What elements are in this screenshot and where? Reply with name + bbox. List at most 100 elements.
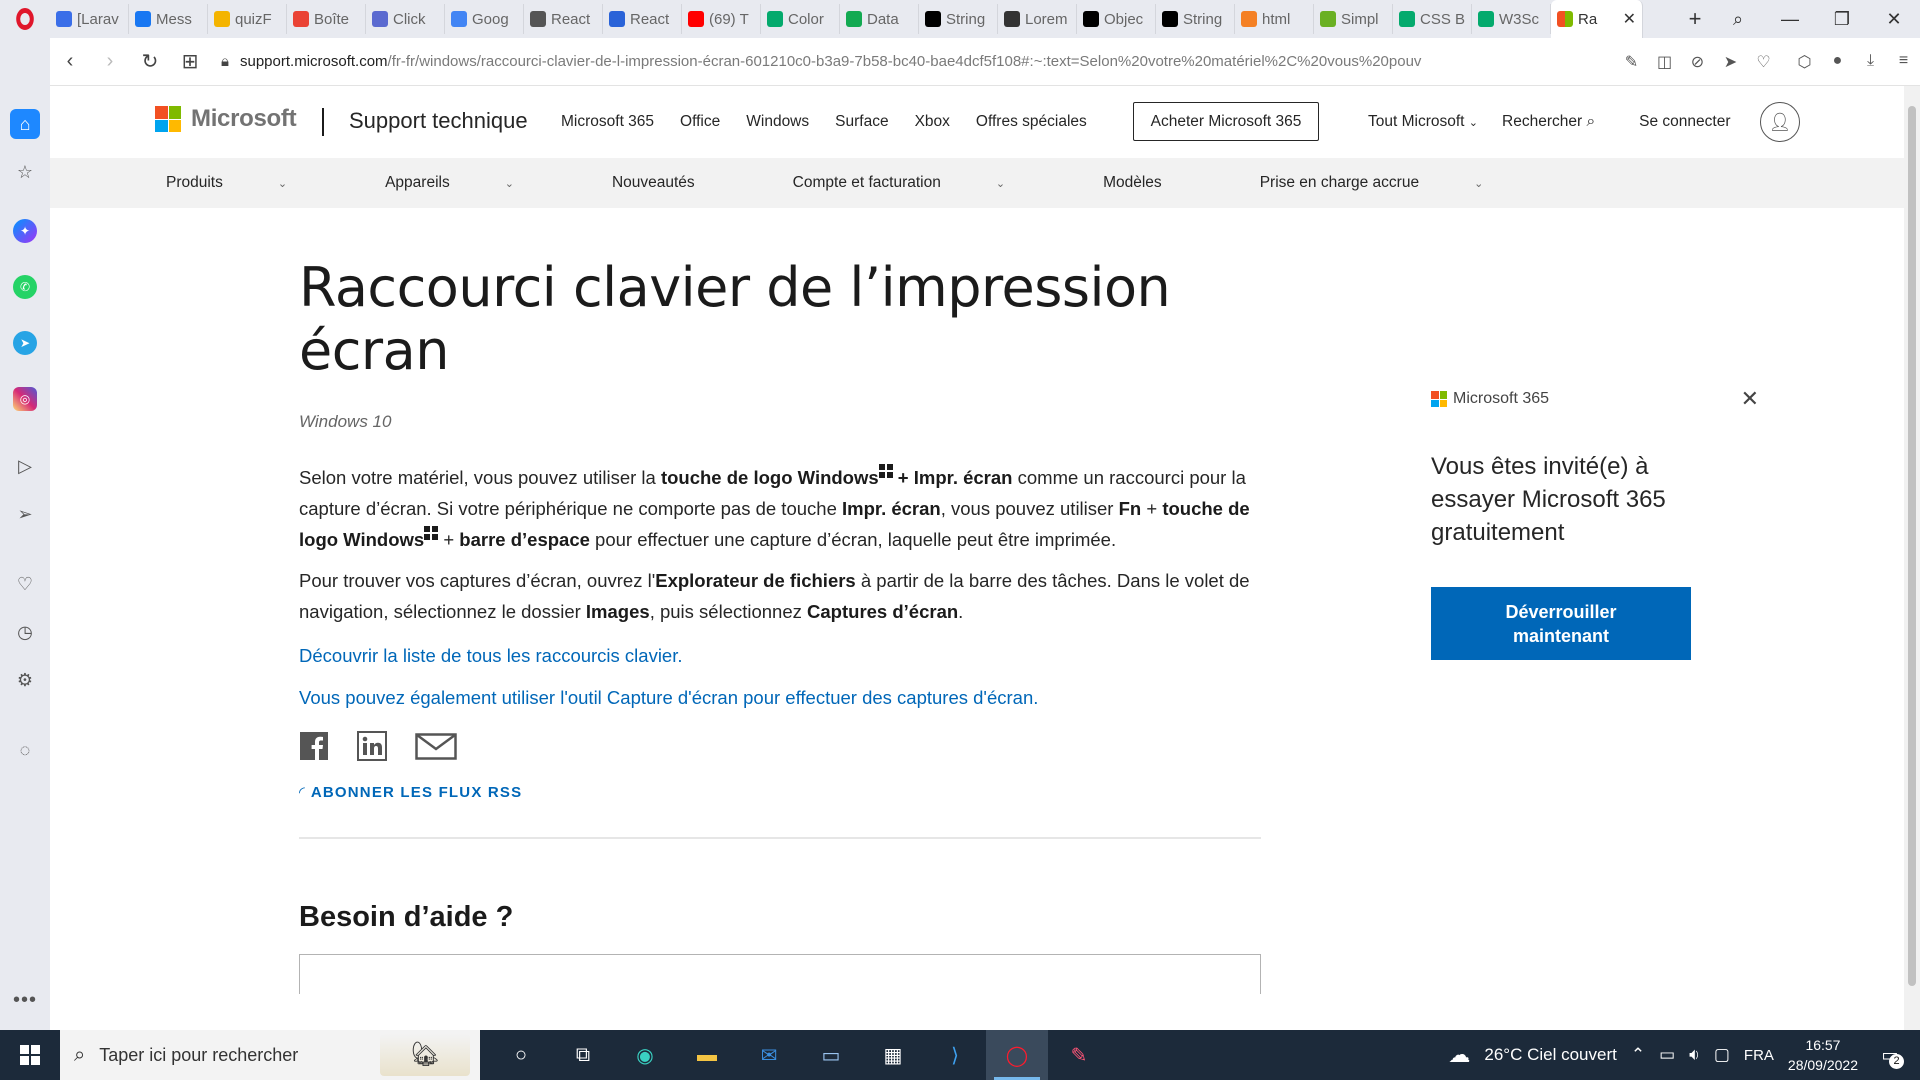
search-button[interactable]: Rechercher ⌕: [1502, 113, 1595, 131]
telegram-icon[interactable]: ➤: [13, 331, 37, 355]
notifications-icon[interactable]: ▭ 2: [1872, 1037, 1908, 1073]
opera-logo-icon[interactable]: [0, 0, 50, 38]
vscode-icon[interactable]: ⟩: [924, 1030, 986, 1080]
subnav-item[interactable]: Produits ⌄: [166, 174, 336, 192]
page-scrollbar[interactable]: [1904, 86, 1920, 1030]
rss-subscribe-link[interactable]: ◜ ABONNER LES FLUX RSS: [299, 783, 1269, 801]
weather-text[interactable]: 26°C Ciel couvert: [1484, 1045, 1616, 1065]
easy-setup-icon[interactable]: ≡: [1887, 52, 1920, 72]
sign-in-link[interactable]: Se connecter: [1639, 113, 1730, 131]
header-nav-link[interactable]: Surface: [835, 113, 888, 131]
buy-microsoft-365-button[interactable]: Acheter Microsoft 365: [1133, 102, 1319, 141]
browser-tab-active[interactable]: Ra ✕: [1551, 0, 1643, 38]
task-view-icon[interactable]: ⧉: [552, 1030, 614, 1080]
profile-icon[interactable]: ●: [1821, 52, 1854, 72]
microsoft-logo[interactable]: Microsoft: [155, 105, 297, 133]
instagram-icon[interactable]: ◎: [13, 387, 37, 411]
paint-icon[interactable]: ✎: [1048, 1030, 1110, 1080]
bookmark-heart-icon[interactable]: ♡: [1747, 52, 1780, 72]
settings-gear-icon[interactable]: ⚙: [10, 665, 40, 695]
subnav-item[interactable]: Appareils ⌄: [385, 174, 563, 192]
minimize-button[interactable]: —: [1764, 9, 1816, 30]
browser-tab[interactable]: Simpl: [1314, 4, 1393, 34]
more-options-icon[interactable]: •••: [13, 989, 37, 1012]
browser-tab[interactable]: Lorem: [998, 4, 1077, 34]
unlock-now-button[interactable]: Déverrouiller maintenant: [1431, 587, 1691, 660]
scrollbar-thumb[interactable]: [1908, 106, 1916, 986]
restore-button[interactable]: ❐: [1816, 9, 1868, 30]
help-search-box[interactable]: [299, 954, 1261, 994]
keyboard-shortcuts-link[interactable]: Découvrir la liste de tous les raccourci…: [299, 645, 1269, 667]
extensions-cube-icon[interactable]: ⬡: [1788, 52, 1821, 72]
browser-tab[interactable]: Data: [840, 4, 919, 34]
start-button[interactable]: [0, 1030, 60, 1080]
player-icon[interactable]: ▷: [10, 451, 40, 481]
downloads-icon[interactable]: ⤓: [1854, 52, 1887, 72]
browser-tab[interactable]: Color: [761, 4, 840, 34]
forward-button[interactable]: ›: [90, 50, 130, 73]
back-button[interactable]: ‹: [50, 50, 90, 73]
flow-icon[interactable]: ➢: [10, 499, 40, 529]
app-icon[interactable]: ▭: [800, 1030, 862, 1080]
reload-button[interactable]: ↻: [130, 49, 170, 74]
chevron-up-icon[interactable]: ⌃: [1631, 1045, 1645, 1065]
snapshot-camera-icon[interactable]: ◫: [1648, 52, 1681, 72]
tips-lightbulb-icon[interactable]: ◌: [10, 735, 40, 765]
messenger-icon[interactable]: ✦: [13, 219, 37, 243]
edge-icon[interactable]: ◉: [614, 1030, 676, 1080]
browser-tab[interactable]: CSS B: [1393, 4, 1472, 34]
header-nav-link[interactable]: Microsoft 365: [561, 113, 654, 131]
mail-icon[interactable]: ✉: [738, 1030, 800, 1080]
bookmarks-heart-icon[interactable]: ♡: [10, 569, 40, 599]
weather-icon[interactable]: ☁: [1448, 1042, 1470, 1068]
send-icon[interactable]: ➤: [1714, 52, 1747, 72]
snipping-tool-link[interactable]: Vous pouvez également utiliser l'outil C…: [299, 687, 1269, 709]
browser-tab[interactable]: [Larav: [50, 4, 129, 34]
browser-tab[interactable]: React: [524, 4, 603, 34]
browser-tab[interactable]: Boîte: [287, 4, 366, 34]
header-nav-link[interactable]: Offres spéciales: [976, 113, 1087, 131]
browser-tab[interactable]: String: [1156, 4, 1235, 34]
clock[interactable]: 16:57 28/09/2022: [1788, 1035, 1858, 1075]
file-explorer-icon[interactable]: ▬: [676, 1030, 738, 1080]
subnav-item[interactable]: Compte et facturation ⌄: [793, 174, 1054, 192]
cortana-icon[interactable]: ○: [490, 1030, 552, 1080]
browser-tab[interactable]: W3Sc: [1472, 4, 1551, 34]
new-tab-button[interactable]: +: [1678, 6, 1712, 32]
taskbar-search[interactable]: ⌕ Taper ici pour rechercher 🏡︎: [60, 1030, 480, 1080]
close-tab-icon[interactable]: ✕: [1623, 9, 1636, 29]
pinboards-icon[interactable]: ☆: [10, 157, 40, 187]
search-tabs-icon[interactable]: ⌕: [1712, 9, 1764, 30]
close-icon[interactable]: ✕: [1741, 386, 1759, 412]
account-avatar-icon[interactable]: 👤︎: [1760, 102, 1800, 142]
header-nav-link[interactable]: Xbox: [915, 113, 950, 131]
home-icon[interactable]: ⌂: [10, 109, 40, 139]
browser-tab[interactable]: Click: [366, 4, 445, 34]
speed-dial-grid-icon[interactable]: ⊞: [170, 49, 210, 74]
browser-tab[interactable]: Goog: [445, 4, 524, 34]
support-home-link[interactable]: Support technique: [349, 108, 528, 134]
close-window-button[interactable]: ✕: [1868, 9, 1920, 30]
all-microsoft-menu[interactable]: Tout Microsoft ⌄: [1368, 113, 1478, 131]
browser-tab[interactable]: (69) T: [682, 4, 761, 34]
email-icon[interactable]: [415, 731, 457, 761]
browser-tab[interactable]: Mess: [129, 4, 208, 34]
browser-tab[interactable]: Objec: [1077, 4, 1156, 34]
network-icon[interactable]: ▢: [1714, 1045, 1730, 1065]
header-nav-link[interactable]: Office: [680, 113, 720, 131]
history-icon[interactable]: ◷: [10, 617, 40, 647]
url-field[interactable]: support.microsoft.com/fr-fr/windows/racc…: [240, 53, 1615, 70]
language-indicator[interactable]: FRA: [1744, 1047, 1774, 1064]
adblock-icon[interactable]: ⊘: [1681, 52, 1714, 72]
volume-icon[interactable]: 🔉︎: [1689, 1045, 1700, 1065]
battery-icon[interactable]: ▭: [1659, 1045, 1675, 1065]
subnav-item[interactable]: Nouveautés: [612, 174, 744, 192]
lock-icon[interactable]: 🔒︎: [210, 53, 240, 70]
facebook-icon[interactable]: [299, 731, 329, 761]
whatsapp-icon[interactable]: ✆: [13, 275, 37, 299]
opera-icon[interactable]: ◯: [986, 1030, 1048, 1080]
browser-tab[interactable]: quizF: [208, 4, 287, 34]
header-nav-link[interactable]: Windows: [746, 113, 809, 131]
browser-tab[interactable]: React: [603, 4, 682, 34]
browser-tab[interactable]: String: [919, 4, 998, 34]
